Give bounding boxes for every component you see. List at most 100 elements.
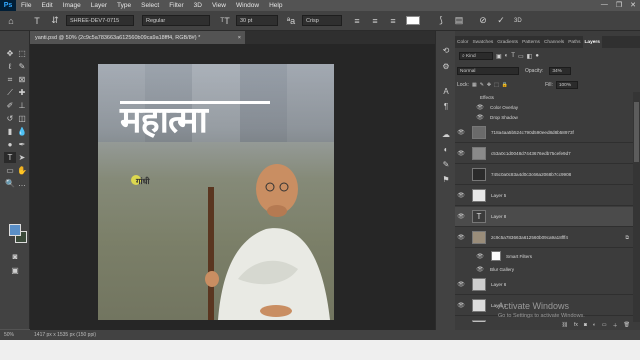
quick-mask-icon[interactable]: ◙ (9, 251, 21, 262)
eraser-tool-icon[interactable]: ◫ (16, 113, 28, 124)
eye-icon[interactable]: 👁 (456, 213, 466, 220)
table-row[interactable]: 👁 Layer 5 (455, 186, 633, 206)
lock-all-icon[interactable]: 🔒 (502, 82, 508, 88)
filter-shape-icon[interactable]: ▭ (518, 53, 524, 60)
history-panel-icon[interactable]: ⟲ (440, 45, 452, 56)
new-group-icon[interactable]: ▭ (602, 322, 607, 330)
type-tool-icon[interactable]: T (30, 14, 44, 28)
layers-scrollbar[interactable] (633, 92, 640, 322)
antialias-select[interactable]: Crisp (302, 15, 342, 26)
eyedropper-tool-icon[interactable]: ⟋ (4, 87, 16, 98)
tab-channels[interactable]: Channels (542, 36, 566, 48)
frame-tool-icon[interactable]: ⊠ (16, 74, 28, 85)
brushes-panel-icon[interactable]: ✎ (440, 159, 452, 170)
eye-icon[interactable]: 👁 (456, 129, 466, 136)
align-center-icon[interactable]: ≡ (368, 14, 382, 28)
3d-button[interactable]: 3D (514, 14, 522, 28)
marquee-tool-icon[interactable]: ⬚ (16, 48, 28, 59)
scrollbar-thumb[interactable] (634, 102, 639, 162)
list-item[interactable]: 👁 Drop Shadow (455, 112, 633, 122)
lock-artboard-icon[interactable]: ⬚ (494, 82, 499, 88)
table-row[interactable]: 👁 T Layer 8 (455, 207, 633, 227)
character-panel-icon[interactable]: ▤ (452, 14, 466, 28)
screen-mode-icon[interactable]: ▣ (9, 265, 21, 276)
dodge-tool-icon[interactable]: ● (4, 139, 16, 150)
eye-icon[interactable]: 👁 (475, 253, 485, 260)
list-item[interactable]: Effects (455, 92, 633, 102)
align-right-icon[interactable]: ≡ (386, 14, 400, 28)
foreground-color-swatch[interactable] (9, 224, 21, 236)
eye-icon[interactable]: 👁 (456, 192, 466, 199)
opacity-field[interactable]: 34% (549, 67, 572, 75)
lock-pixels-icon[interactable]: ▦ (472, 82, 477, 88)
lock-position-icon[interactable]: ✥ (487, 82, 491, 88)
minimize-button[interactable]: — (601, 1, 608, 9)
menu-filter[interactable]: Filter (164, 2, 188, 9)
tab-paths[interactable]: Paths (566, 36, 582, 48)
eye-icon[interactable]: 👁 (475, 266, 485, 273)
pen-tool-icon[interactable]: ✒ (16, 139, 28, 150)
menu-file[interactable]: File (16, 2, 36, 9)
menu-type[interactable]: Type (112, 2, 136, 9)
document-tab[interactable]: yanti.psd @ 50% (2c9c5a783663a612560b09c… (30, 31, 245, 44)
add-mask-icon[interactable]: ◙ (584, 322, 587, 330)
tab-swatches[interactable]: Swatches (470, 36, 495, 48)
more-tools-icon[interactable]: … (16, 178, 28, 189)
list-item[interactable]: 👁 Blur Gallery (455, 264, 633, 274)
tab-layers[interactable]: Layers (582, 36, 602, 48)
commit-icon[interactable]: ✓ (494, 14, 508, 28)
eye-icon[interactable]: 👁 (456, 234, 466, 241)
list-item[interactable]: 👁 Color Overlay (455, 102, 633, 112)
glyphs-panel-icon[interactable]: ⚑ (440, 174, 452, 185)
table-row[interactable]: 👁 2c9c5a783663a612560b09ca9a18fff4 ⧉ (455, 228, 633, 248)
font-family-select[interactable]: SHREE-DEV7-0715 (66, 15, 134, 26)
quick-select-tool-icon[interactable]: ✎ (16, 61, 28, 72)
fill-field[interactable]: 100% (555, 81, 578, 89)
link-layers-icon[interactable]: ⛓ (562, 322, 568, 330)
menu-edit[interactable]: Edit (36, 2, 57, 9)
gradient-tool-icon[interactable]: ▮ (4, 126, 16, 137)
move-tool-icon[interactable]: ✥ (4, 48, 16, 59)
filter-kind-select[interactable]: ⌕ Kind (459, 52, 493, 60)
table-row[interactable]: 745c0a0c83a4d0c3c66a2068b7cc9908 (455, 165, 633, 185)
zoom-level[interactable]: 50% (4, 332, 14, 338)
stamp-tool-icon[interactable]: ⊥ (16, 100, 28, 111)
home-icon[interactable]: ⌂ (4, 14, 18, 28)
tab-color[interactable]: Color (455, 36, 470, 48)
table-row[interactable]: 👁 718a4aa5b524c790d590eed8d8b58973f (455, 123, 633, 143)
libraries-panel-icon[interactable]: ☁ (440, 129, 452, 140)
blend-mode-select[interactable]: Normal (457, 67, 519, 75)
filter-toggle-icon[interactable]: ● (535, 53, 539, 59)
eye-icon[interactable]: 👁 (456, 281, 466, 288)
tab-gradients[interactable]: Gradients (495, 36, 520, 48)
paragraph-panel-icon[interactable]: ¶ (440, 101, 452, 112)
menu-3d[interactable]: 3D (189, 2, 207, 9)
eye-icon[interactable]: 👁 (475, 114, 485, 121)
character-panel-icon[interactable]: A (440, 86, 452, 97)
close-button[interactable]: ✕ (630, 1, 636, 9)
shape-tool-icon[interactable]: ▭ (4, 165, 16, 176)
type-tool-icon[interactable]: T (4, 152, 16, 163)
fx-icon[interactable]: fx (574, 322, 578, 330)
cancel-icon[interactable]: ⊘ (476, 14, 490, 28)
table-row[interactable]: 👁 c53a0c1d0048d7443676edb75cefe9d7 (455, 144, 633, 164)
zoom-tool-icon[interactable]: 🔍 (4, 178, 16, 189)
text-color-swatch[interactable] (406, 16, 420, 25)
lock-paint-icon[interactable]: ✎ (480, 82, 484, 88)
lasso-tool-icon[interactable]: ℓ (4, 61, 16, 72)
orientation-icon[interactable]: ⇵ (48, 14, 62, 28)
eye-icon[interactable]: 👁 (475, 104, 485, 111)
hand-tool-icon[interactable]: ✋ (16, 165, 28, 176)
list-item[interactable]: 👁 Smart Filters (455, 249, 633, 263)
canvas-area[interactable]: महात्मा गांधी (30, 44, 455, 330)
warp-text-icon[interactable]: ⟆ (434, 14, 448, 28)
crop-tool-icon[interactable]: ⌗ (4, 74, 16, 85)
tab-patterns[interactable]: Patterns (520, 36, 542, 48)
adjustments-panel-icon[interactable]: ◐ (440, 144, 452, 155)
filter-smart-icon[interactable]: ◧ (527, 53, 533, 60)
type-layer-text[interactable]: गांधी (136, 176, 150, 187)
menu-view[interactable]: View (207, 2, 231, 9)
table-row[interactable]: 👁 Layer 6 (455, 275, 633, 295)
font-size-select[interactable]: 30 pt (236, 15, 278, 26)
menu-image[interactable]: Image (58, 2, 86, 9)
